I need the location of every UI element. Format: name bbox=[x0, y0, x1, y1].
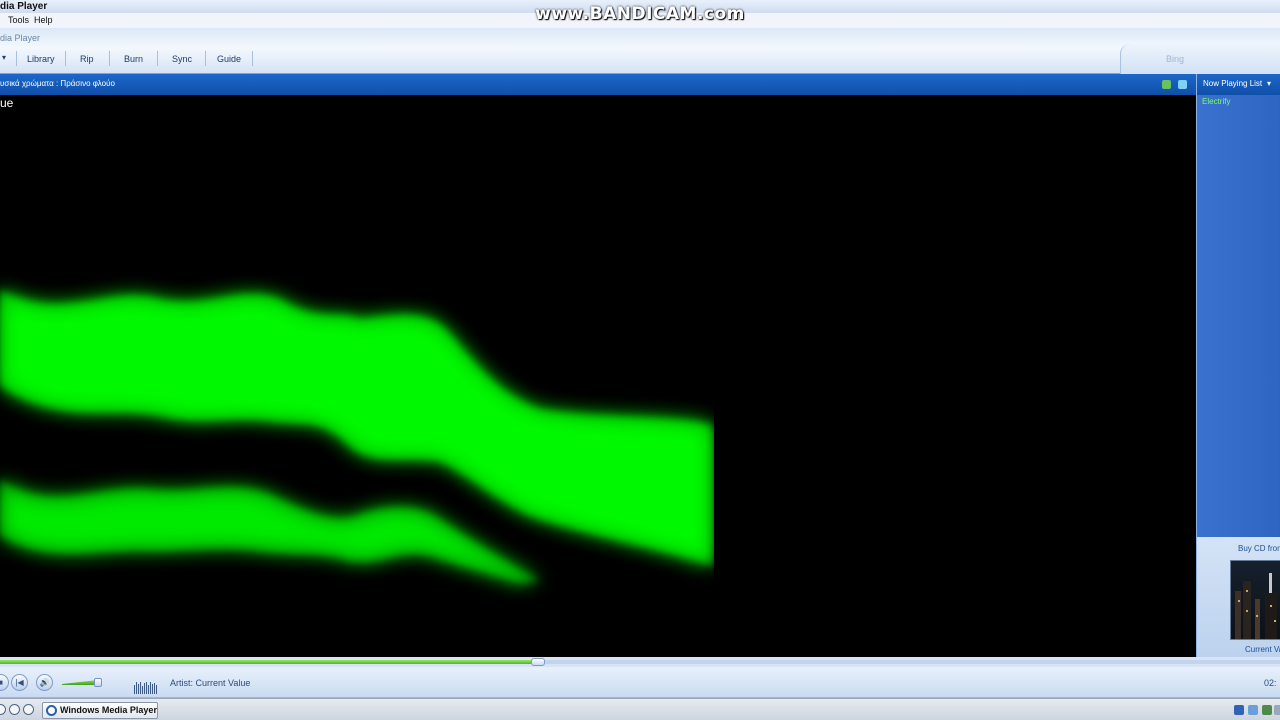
taskbar: Windows Media Player bbox=[0, 698, 1280, 720]
seek-progress bbox=[0, 660, 538, 664]
buy-cd-link[interactable]: Buy CD from bbox=[1238, 544, 1280, 553]
toolbar-chrome: dia Player ▾ Library Rip Burn Sync Guide… bbox=[0, 28, 1280, 74]
playlist-item[interactable]: Electrify bbox=[1202, 97, 1230, 106]
wave-mask bbox=[714, 95, 1196, 657]
quicklaunch-icon[interactable] bbox=[9, 704, 20, 715]
nav-separator bbox=[157, 51, 158, 66]
tab-sync[interactable]: Sync bbox=[172, 54, 192, 64]
wave-layer bbox=[0, 95, 1196, 657]
language-icon[interactable] bbox=[1234, 705, 1244, 715]
now-playing-header[interactable]: Now Playing List ▾ bbox=[1197, 74, 1280, 95]
nav-separator bbox=[205, 51, 206, 66]
volume-level bbox=[62, 680, 98, 685]
now-playing-label: Now Playing List bbox=[1203, 79, 1263, 88]
media-player-icon bbox=[46, 705, 57, 716]
app-title: dia Player bbox=[0, 33, 41, 43]
tab-guide[interactable]: Guide bbox=[217, 54, 241, 64]
seek-thumb[interactable] bbox=[530, 658, 545, 666]
nav-separator bbox=[65, 51, 66, 66]
track-caption: ue bbox=[0, 96, 14, 110]
tray-icon[interactable] bbox=[1274, 705, 1280, 715]
mute-button[interactable]: 🔊 bbox=[36, 674, 53, 691]
bing-label: Bing bbox=[1166, 54, 1185, 64]
quicklaunch-media-icon[interactable] bbox=[23, 704, 34, 715]
visualization-wave bbox=[0, 95, 1196, 657]
wave-band-lower-core bbox=[0, 480, 540, 583]
taskbar-button-label: Windows Media Player bbox=[60, 705, 157, 715]
stop-button[interactable]: ■ bbox=[0, 674, 9, 691]
chevron-down-icon[interactable]: ▾ bbox=[1267, 79, 1271, 88]
taskbar-button-media-player[interactable]: Windows Media Player bbox=[42, 702, 158, 719]
nav-separator bbox=[109, 51, 110, 66]
previous-button[interactable]: |◀ bbox=[11, 674, 28, 691]
seek-bar[interactable] bbox=[0, 657, 1280, 667]
volume-slider[interactable] bbox=[62, 678, 110, 687]
quicklaunch-icon[interactable] bbox=[0, 704, 6, 715]
nav-dropdown-icon[interactable]: ▾ bbox=[2, 53, 6, 62]
transport-bar: ■ |◀ 🔊 Artist: Current Value 02: bbox=[0, 667, 1280, 698]
tab-burn[interactable]: Burn bbox=[124, 54, 143, 64]
recording-watermark: www.BANDICAM.com bbox=[535, 4, 745, 24]
album-art-image bbox=[1235, 573, 1277, 639]
mini-visualizer-icon bbox=[134, 676, 160, 694]
elapsed-time: 02: bbox=[1264, 678, 1277, 688]
nav-separator bbox=[16, 51, 17, 66]
visualization-area[interactable]: ue bbox=[0, 95, 1196, 657]
volume-thumb[interactable] bbox=[94, 678, 102, 687]
now-playing-pane: Now Playing List ▾ Electrify Buy CD from… bbox=[1196, 74, 1280, 657]
tab-bing[interactable]: Bing bbox=[1120, 44, 1280, 74]
nav-separator bbox=[252, 51, 253, 66]
network-icon[interactable] bbox=[1248, 705, 1258, 715]
album-art[interactable] bbox=[1230, 560, 1280, 640]
info-bar: υσικά χρώματα : Πράσινο φλούο bbox=[0, 74, 1196, 95]
tab-library[interactable]: Library bbox=[27, 54, 55, 64]
artist-info: Artist: Current Value bbox=[170, 678, 251, 688]
tab-rip[interactable]: Rip bbox=[80, 54, 94, 64]
switch-mode-icon[interactable] bbox=[1162, 80, 1171, 89]
current-value-label: Current Va bbox=[1245, 645, 1280, 654]
security-icon[interactable] bbox=[1262, 705, 1272, 715]
visualization-name[interactable]: υσικά χρώματα : Πράσινο φλούο bbox=[0, 79, 115, 88]
media-info-panel: Buy CD from Current Va bbox=[1197, 537, 1280, 657]
fullscreen-icon[interactable] bbox=[1178, 80, 1187, 89]
